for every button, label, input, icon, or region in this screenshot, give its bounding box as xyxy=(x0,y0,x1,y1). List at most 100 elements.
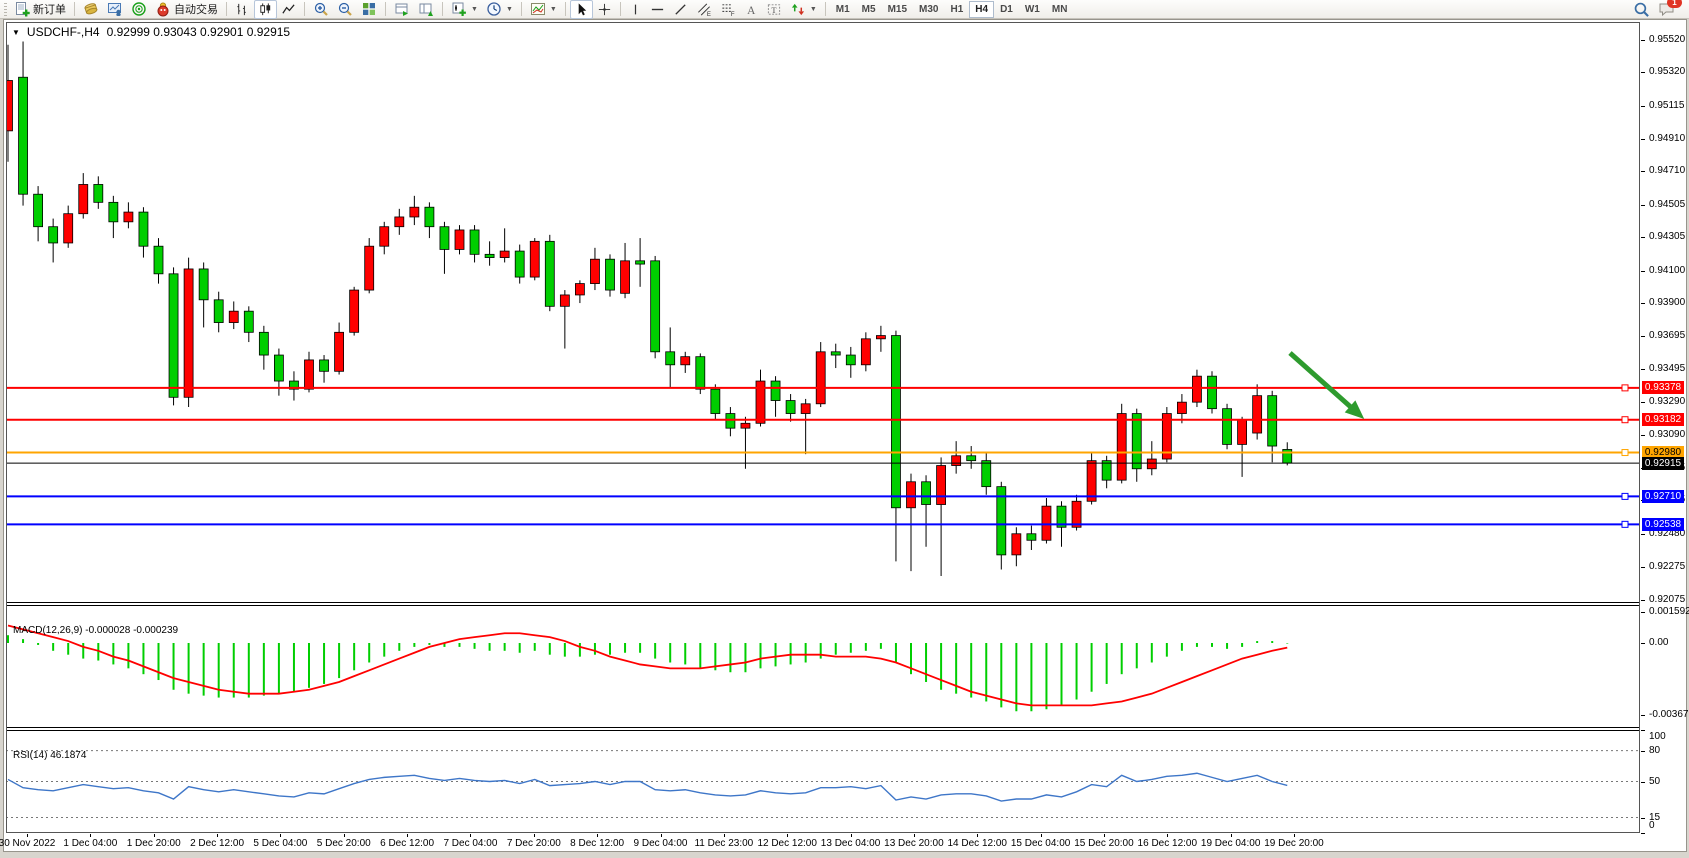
data-window-button[interactable] xyxy=(390,0,414,19)
price-axis[interactable]: 0.955200.953200.951150.949100.947100.945… xyxy=(1641,22,1686,833)
time-tick-label: 5 Dec 04:00 xyxy=(253,838,307,849)
candlestick-chart-button[interactable] xyxy=(254,0,277,19)
toolbar-separator xyxy=(385,2,386,16)
dropdown-caret-icon: ▼ xyxy=(550,6,557,13)
signals-button[interactable] xyxy=(127,0,151,19)
time-tick xyxy=(280,834,281,837)
notifications-button[interactable]: 1 xyxy=(1658,1,1676,17)
axis-tick xyxy=(1641,336,1645,337)
time-axis[interactable]: 30 Nov 20221 Dec 04:001 Dec 20:002 Dec 1… xyxy=(6,834,1640,849)
line-chart-button[interactable] xyxy=(277,0,300,19)
crosshair-button[interactable] xyxy=(593,0,616,19)
periods-button[interactable]: ▼ xyxy=(482,0,517,19)
timeframe-w1[interactable]: W1 xyxy=(1019,1,1046,18)
new-chart-button[interactable]: ▼ xyxy=(447,0,482,19)
time-tick xyxy=(1231,834,1232,837)
axis-tick xyxy=(1641,271,1645,272)
horizontal-line-button[interactable] xyxy=(646,0,669,19)
time-tick xyxy=(27,834,28,837)
trendline-button[interactable] xyxy=(669,0,692,19)
cursor-arrow-icon xyxy=(574,2,589,17)
time-tick xyxy=(407,834,408,837)
axis-tick-label: 0.93495 xyxy=(1649,363,1685,374)
fibonacci-icon: F xyxy=(720,2,736,17)
timeframe-m5[interactable]: M5 xyxy=(856,1,882,18)
axis-tick xyxy=(1641,72,1645,73)
auto-trading-icon xyxy=(155,1,171,17)
indicators-button[interactable]: ▼ xyxy=(526,0,561,19)
timeframe-m30[interactable]: M30 xyxy=(913,1,944,18)
crosshair-icon xyxy=(597,2,612,17)
axis-tick xyxy=(1641,205,1645,206)
price-tag: 0.92710 xyxy=(1642,490,1684,503)
axis-tick xyxy=(1641,782,1645,783)
time-tick-label: 14 Dec 12:00 xyxy=(948,838,1008,849)
axis-tick-label: 0.93290 xyxy=(1649,396,1685,407)
channel-icon: E xyxy=(696,2,712,17)
notification-badge: 1 xyxy=(1667,0,1682,8)
zoom-out-button[interactable] xyxy=(333,0,357,19)
time-tick-label: 16 Dec 12:00 xyxy=(1138,838,1198,849)
time-tick xyxy=(534,834,535,837)
axis-tick xyxy=(1641,600,1645,601)
axis-tick-label: 0.95320 xyxy=(1649,66,1685,77)
axis-tick xyxy=(1641,106,1645,107)
axis-tick xyxy=(1641,643,1645,644)
timeframe-d1[interactable]: D1 xyxy=(994,1,1019,18)
text-label-button[interactable]: T xyxy=(762,0,786,19)
navigator-button[interactable] xyxy=(414,0,438,19)
time-tick xyxy=(470,834,471,837)
dropdown-caret-icon: ▼ xyxy=(506,6,513,13)
vertical-line-button[interactable] xyxy=(625,0,646,19)
chart-menu-triangle-icon[interactable]: ▼ xyxy=(12,28,20,37)
axis-tick-label: 0.001592 xyxy=(1649,606,1689,617)
zoom-in-button[interactable] xyxy=(309,0,333,19)
axis-tick-label: 0.93900 xyxy=(1649,297,1685,308)
text-letter: A xyxy=(747,4,756,16)
market-watch-button[interactable] xyxy=(103,0,127,19)
timeframe-mn[interactable]: MN xyxy=(1046,1,1074,18)
axis-tick xyxy=(1641,715,1645,716)
time-tick xyxy=(154,834,155,837)
time-tick-label: 19 Dec 04:00 xyxy=(1201,838,1261,849)
toolbar-separator xyxy=(74,2,75,16)
time-tick xyxy=(90,834,91,837)
bar-chart-button[interactable] xyxy=(231,0,254,19)
text-button[interactable]: A xyxy=(740,0,762,19)
history-center-button[interactable] xyxy=(79,0,103,19)
price-tag: 0.92538 xyxy=(1642,518,1684,531)
timeframe-h4[interactable]: H4 xyxy=(969,1,994,18)
new-order-label: 新订单 xyxy=(33,1,66,17)
axis-tick-label: 0.94710 xyxy=(1649,165,1685,176)
time-tick xyxy=(1294,834,1295,837)
search-icon[interactable] xyxy=(1633,1,1650,18)
time-tick xyxy=(851,834,852,837)
price-tag: 0.93182 xyxy=(1642,413,1684,426)
arrows-button[interactable]: ▼ xyxy=(786,0,821,19)
toolbar-separator xyxy=(442,2,443,16)
axis-tick-label: 80 xyxy=(1649,745,1660,756)
axis-tick xyxy=(1641,818,1645,819)
axis-tick-label: 0.94505 xyxy=(1649,199,1685,210)
timeframe-h1[interactable]: H1 xyxy=(944,1,969,18)
fibonacci-letter: F xyxy=(731,11,735,17)
timeframe-m15[interactable]: M15 xyxy=(882,1,913,18)
dropdown-caret-icon: ▼ xyxy=(471,6,478,13)
line-chart-icon xyxy=(281,2,296,17)
toolbar-grip[interactable] xyxy=(4,3,7,16)
time-tick-label: 1 Dec 04:00 xyxy=(63,838,117,849)
axis-tick xyxy=(1641,40,1645,41)
equidistant-channel-button[interactable]: E xyxy=(692,0,716,19)
axis-tick-label: 0.93695 xyxy=(1649,330,1685,341)
axis-tick xyxy=(1641,612,1645,613)
zoom-out-icon xyxy=(337,1,353,17)
time-tick-label: 19 Dec 20:00 xyxy=(1264,838,1324,849)
timeframe-m1[interactable]: M1 xyxy=(830,1,856,18)
auto-trading-button[interactable]: 自动交易 xyxy=(151,0,222,19)
cursor-button[interactable] xyxy=(570,0,593,19)
chart-canvas[interactable] xyxy=(6,22,1640,833)
new-order-button[interactable]: 新订单 xyxy=(10,0,70,19)
fibonacci-button[interactable]: F xyxy=(716,0,740,19)
tile-windows-button[interactable] xyxy=(357,0,381,19)
axis-tick xyxy=(1641,369,1645,370)
